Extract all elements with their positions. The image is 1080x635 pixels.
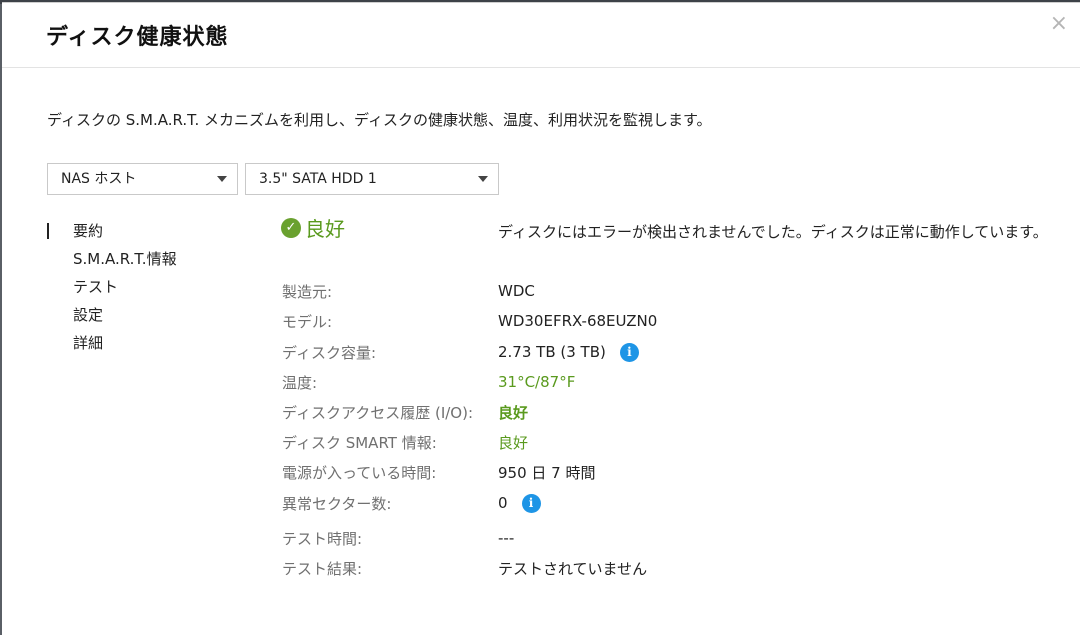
row-value: 950 日 7 時間 [498, 463, 596, 482]
row-value[interactable]: 良好 [498, 402, 528, 423]
row-value: --- [498, 529, 515, 547]
close-icon[interactable]: × [1050, 11, 1068, 36]
dropdown-arrow-icon [478, 176, 488, 182]
check-circle-icon: ✓ [281, 217, 301, 238]
row-value: 2.73 TB (3 TB) [498, 343, 606, 361]
row-label: テスト結果: [282, 559, 363, 578]
info-row-manufacturer: 製造元: WDC [282, 276, 1072, 306]
health-status-text: 良好 [305, 217, 345, 241]
info-row-test-result: テスト結果: テストされていません [282, 553, 1072, 583]
row-label: テスト時間: [282, 529, 363, 548]
row-value: 良好 [498, 433, 529, 452]
row-label: モデル: [282, 312, 333, 331]
info-row-capacity: ディスク容量: 2.73 TB (3 TB) i [282, 337, 1072, 367]
dialog-header: ディスク健康状態 × [2, 3, 1080, 68]
row-label: 電源が入っている時間: [282, 463, 437, 482]
row-label: ディスク SMART 情報: [282, 433, 437, 452]
row-label: 製造元: [282, 282, 333, 301]
info-row-temperature: 温度: 31°C/87°F [282, 367, 1072, 397]
row-value: 31°C/87°F [498, 373, 576, 391]
row-value-container: 0 i [498, 493, 541, 513]
row-label: ディスクアクセス履歴 (I/O): [282, 403, 474, 422]
dialog-description: ディスクの S.M.A.R.T. メカニズムを利用し、ディスクの健康状態、温度、… [47, 111, 712, 129]
row-value: WDC [498, 282, 535, 300]
info-icon[interactable]: i [521, 493, 541, 513]
host-select[interactable]: NAS ホスト [47, 163, 238, 195]
host-select-value: NAS ホスト [61, 171, 137, 187]
row-value-container: 2.73 TB (3 TB) i [498, 342, 639, 362]
info-row-power-on-hours: 電源が入っている時間: 950 日 7 時間 [282, 457, 1072, 487]
info-row-test-time: テスト時間: --- [282, 523, 1072, 553]
sidebar-item-details[interactable]: 詳細 [47, 329, 177, 357]
row-value: テストされていません [498, 559, 648, 578]
row-label: ディスク容量: [282, 343, 377, 362]
info-row-smart-info: ディスク SMART 情報: 良好 [282, 427, 1072, 457]
info-row-bad-sectors: 異常セクター数: 0 i [282, 488, 1072, 518]
sidebar-item-settings[interactable]: 設定 [47, 301, 177, 329]
sidebar-item-test[interactable]: テスト [47, 273, 177, 301]
sidebar-nav: 要約 S.M.A.R.T.情報 テスト 設定 詳細 [47, 217, 177, 357]
disk-select-value: 3.5" SATA HDD 1 [259, 171, 377, 187]
row-label: 異常セクター数: [282, 494, 392, 513]
info-row-model: モデル: WD30EFRX-68EUZN0 [282, 306, 1072, 336]
info-row-disk-access-history: ディスクアクセス履歴 (I/O): 良好 [282, 397, 1072, 427]
info-icon[interactable]: i [619, 342, 639, 362]
row-value: 0 [498, 494, 508, 512]
row-label: 温度: [282, 373, 318, 392]
health-status: ✓ 良好 [281, 213, 345, 242]
sidebar-item-summary[interactable]: 要約 [47, 217, 177, 245]
row-value: WD30EFRX-68EUZN0 [498, 312, 658, 330]
health-status-message: ディスクにはエラーが検出されませんでした。ディスクは正常に動作しています。 [498, 223, 1048, 241]
dialog-title: ディスク健康状態 [46, 25, 229, 50]
disk-health-dialog: ディスク健康状態 × ディスクの S.M.A.R.T. メカニズムを利用し、ディ… [2, 2, 1080, 635]
sidebar-item-smart-info[interactable]: S.M.A.R.T.情報 [47, 245, 177, 273]
dropdown-arrow-icon [217, 176, 227, 182]
disk-select[interactable]: 3.5" SATA HDD 1 [245, 163, 499, 195]
